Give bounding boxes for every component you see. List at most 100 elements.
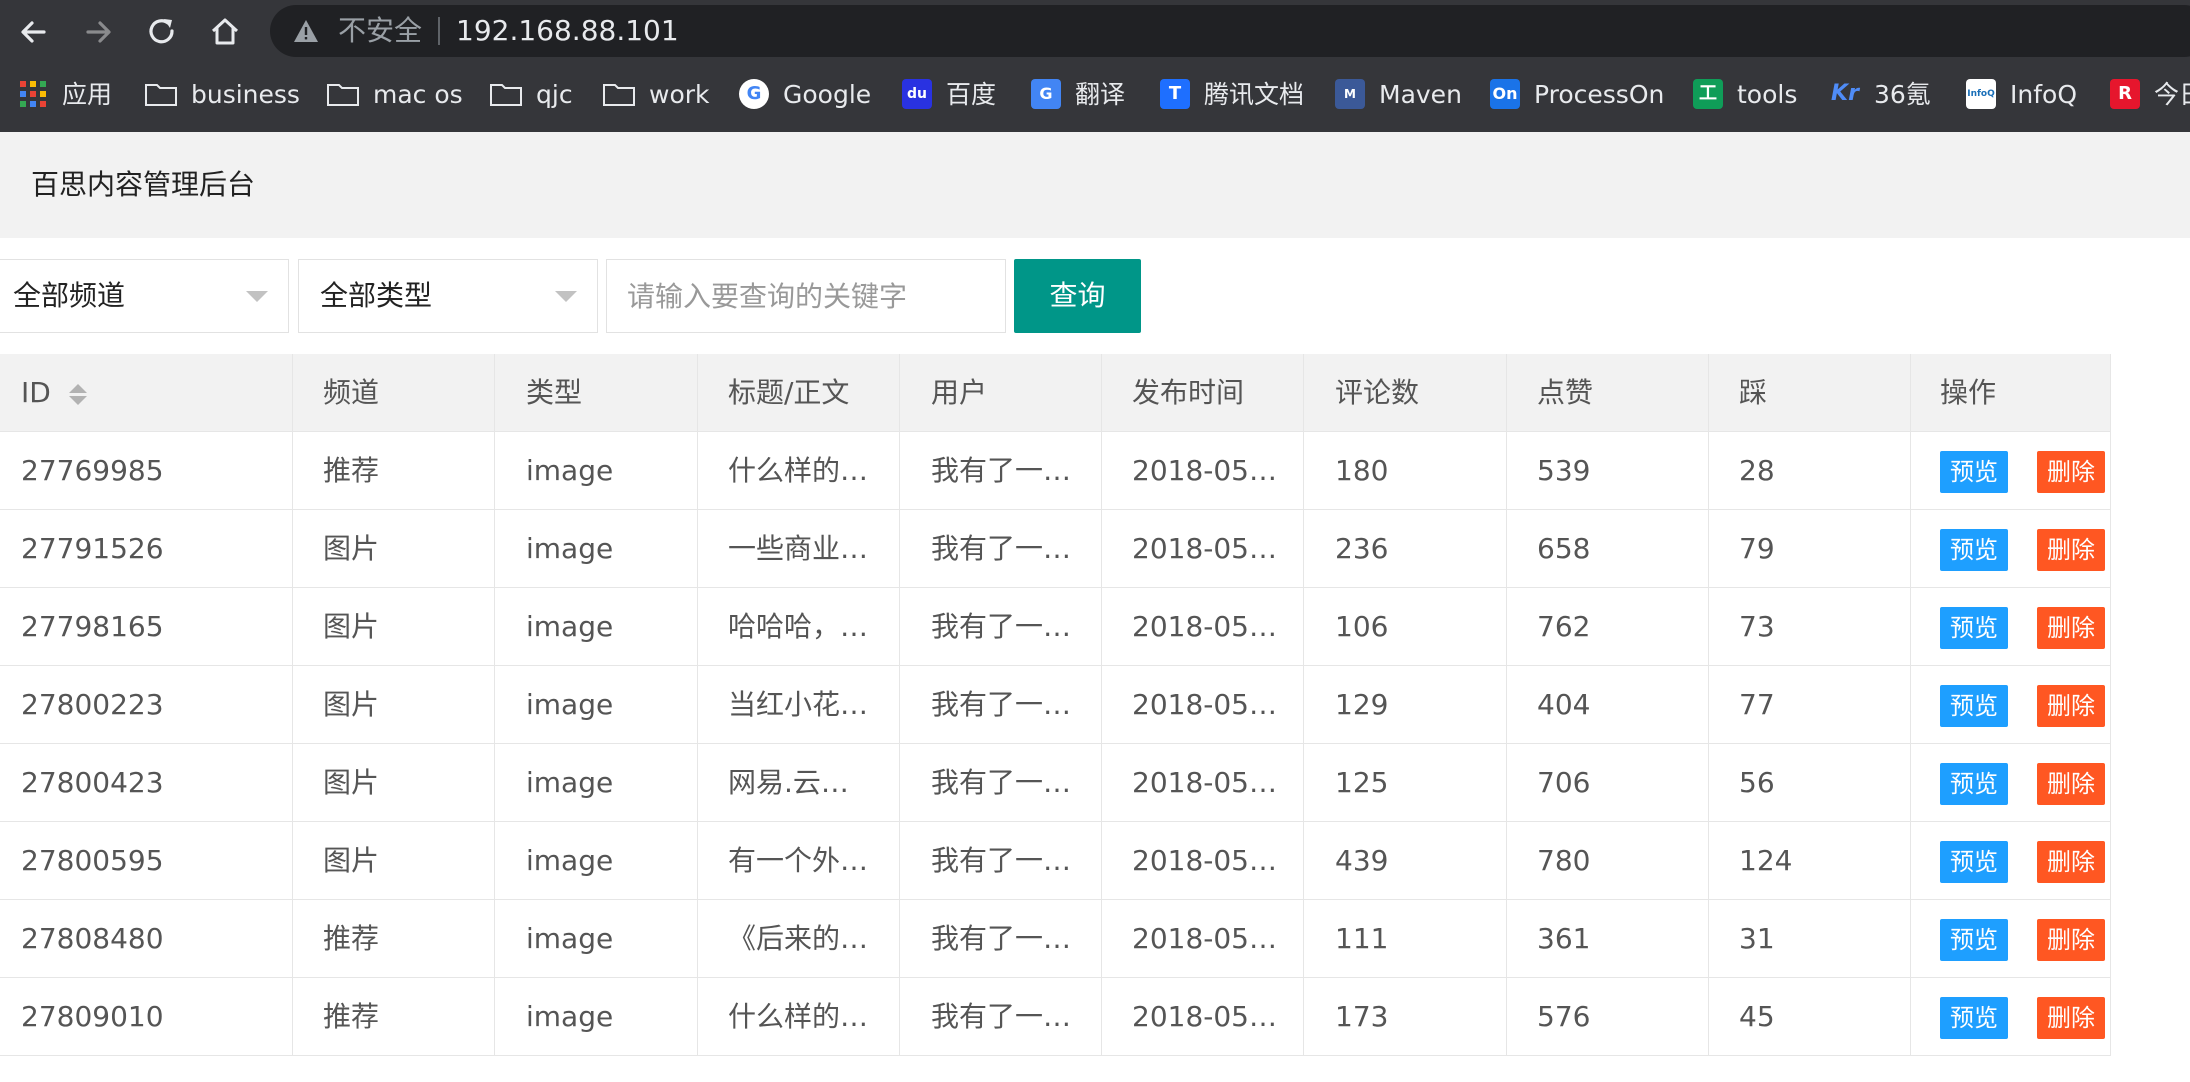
folder-icon (327, 84, 359, 106)
cell-channel: 推荐 (293, 978, 495, 1055)
cell-channel: 图片 (293, 822, 495, 899)
preview-button[interactable]: 预览 (1940, 451, 2008, 493)
cell-title: 什么样的… (698, 432, 900, 509)
address-separator (438, 17, 440, 45)
preview-button[interactable]: 预览 (1940, 841, 2008, 883)
bookmark-mac-os[interactable]: mac os (327, 74, 463, 116)
preview-button[interactable]: 预览 (1940, 607, 2008, 649)
bookmark-translate[interactable]: G 翻译 (1031, 74, 1125, 116)
preview-button[interactable]: 预览 (1940, 685, 2008, 727)
bookmark-36kr[interactable]: Kr 36氪 (1830, 74, 1931, 116)
warning-icon[interactable] (292, 18, 320, 44)
cell-title-text: 网易.云… (728, 766, 849, 799)
bookmark-label: 百度 (946, 80, 997, 109)
cell-publish-time-text: 2018-05… (1132, 844, 1277, 877)
delete-button[interactable]: 删除 (2037, 529, 2105, 571)
bookmark-toutiao[interactable]: R 今日 (2110, 74, 2190, 116)
chevron-down-icon (555, 291, 577, 302)
bookmark-apps[interactable]: 应用 (18, 74, 112, 116)
bookmark-label: qjc (536, 80, 573, 109)
cell-actions: 预览 删除 (1911, 978, 2111, 1055)
cell-likes: 361 (1507, 900, 1709, 977)
cell-user: 我有了一… (900, 510, 1102, 587)
address-bar[interactable]: 不安全 192.168.88.101 (270, 5, 2190, 57)
preview-button[interactable]: 预览 (1940, 919, 2008, 961)
reload-icon[interactable] (142, 12, 182, 52)
cell-dislikes: 124 (1709, 822, 1911, 899)
delete-button[interactable]: 删除 (2037, 997, 2105, 1039)
cell-user: 我有了一… (900, 666, 1102, 743)
delete-button[interactable]: 删除 (2037, 763, 2105, 805)
search-button[interactable]: 查询 (1014, 259, 1141, 333)
cell-publish-time-text: 2018-05… (1132, 610, 1277, 643)
cell-user: 我有了一… (900, 588, 1102, 665)
cell-dislikes-text: 28 (1739, 454, 1775, 487)
bookmark-maven[interactable]: M Maven (1335, 74, 1462, 116)
apps-grid-icon (18, 79, 48, 109)
cell-publish-time: 2018-05… (1102, 510, 1304, 587)
channel-select[interactable]: 全部频道 (0, 259, 289, 333)
cell-likes-text: 762 (1537, 610, 1591, 643)
sort-descending-icon[interactable] (69, 396, 87, 405)
bookmark-business[interactable]: business (145, 74, 300, 116)
cell-title-text: 有一个外… (728, 844, 869, 877)
bookmark-qjc[interactable]: qjc (490, 74, 573, 116)
delete-button[interactable]: 删除 (2037, 607, 2105, 649)
cell-likes: 658 (1507, 510, 1709, 587)
cell-dislikes-text: 73 (1739, 610, 1775, 643)
type-select[interactable]: 全部类型 (298, 259, 598, 333)
cell-channel-text: 推荐 (323, 1000, 380, 1033)
cell-type: image (495, 744, 698, 821)
cell-publish-time-text: 2018-05… (1132, 532, 1277, 565)
cell-user: 我有了一… (900, 432, 1102, 509)
cell-channel: 图片 (293, 588, 495, 665)
cell-type-text: image (526, 766, 614, 799)
tencent-docs-icon: T (1160, 79, 1190, 109)
cell-dislikes: 31 (1709, 900, 1911, 977)
bookmark-tencent-docs[interactable]: T 腾讯文档 (1160, 74, 1304, 116)
cell-title-text: 什么样的… (728, 454, 869, 487)
cell-title-text: 哈哈哈，… (728, 610, 869, 643)
bookmark-baidu[interactable]: du 百度 (902, 74, 996, 116)
preview-button[interactable]: 预览 (1940, 529, 2008, 571)
sort-ascending-icon[interactable] (69, 384, 87, 393)
cell-user-text: 我有了一… (931, 844, 1072, 877)
back-icon[interactable] (14, 12, 54, 52)
table-row: 27800423 图片 image 网易.云… 我有了一… 2018-05… 125 706 5… (0, 744, 2111, 822)
cell-comments: 129 (1304, 666, 1507, 743)
cell-type: image (495, 432, 698, 509)
cell-title: 什么样的… (698, 978, 900, 1055)
browser-toolbar: 不安全 192.168.88.101 (0, 0, 2190, 62)
bookmark-google[interactable]: G Google (739, 74, 871, 116)
preview-button[interactable]: 预览 (1940, 763, 2008, 805)
column-header-id[interactable]: ID (0, 354, 293, 431)
delete-button[interactable]: 删除 (2037, 451, 2105, 493)
cell-comments-text: 439 (1335, 844, 1389, 877)
cell-user-text: 我有了一… (931, 532, 1072, 565)
cell-id: 27809010 (0, 978, 293, 1055)
bookmark-work[interactable]: work (603, 74, 710, 116)
preview-button[interactable]: 预览 (1940, 997, 2008, 1039)
table-row: 27800223 图片 image 当红小花… 我有了一… 2018-05… 129 404 7… (0, 666, 2111, 744)
search-input[interactable] (606, 259, 1006, 333)
cell-comments: 180 (1304, 432, 1507, 509)
bookmark-processon[interactable]: On ProcessOn (1490, 74, 1664, 116)
column-header-channel: 频道 (293, 354, 495, 431)
bookmark-label: business (191, 80, 300, 109)
translate-icon: G (1031, 79, 1061, 109)
cell-title: 《后来的… (698, 900, 900, 977)
delete-button[interactable]: 删除 (2037, 685, 2105, 727)
bookmark-tools[interactable]: 工 tools (1693, 74, 1797, 116)
cell-publish-time-text: 2018-05… (1132, 454, 1277, 487)
cell-dislikes-text: 124 (1739, 844, 1793, 877)
cell-title: 哈哈哈，… (698, 588, 900, 665)
delete-button[interactable]: 删除 (2037, 919, 2105, 961)
cell-user-text: 我有了一… (931, 454, 1072, 487)
column-header-type: 类型 (495, 354, 698, 431)
delete-button[interactable]: 删除 (2037, 841, 2105, 883)
bookmark-infoq[interactable]: InfoQ InfoQ (1966, 74, 2077, 116)
home-icon[interactable] (205, 12, 245, 52)
cell-dislikes: 73 (1709, 588, 1911, 665)
forward-icon[interactable] (78, 12, 118, 52)
url-text[interactable]: 192.168.88.101 (456, 5, 679, 57)
